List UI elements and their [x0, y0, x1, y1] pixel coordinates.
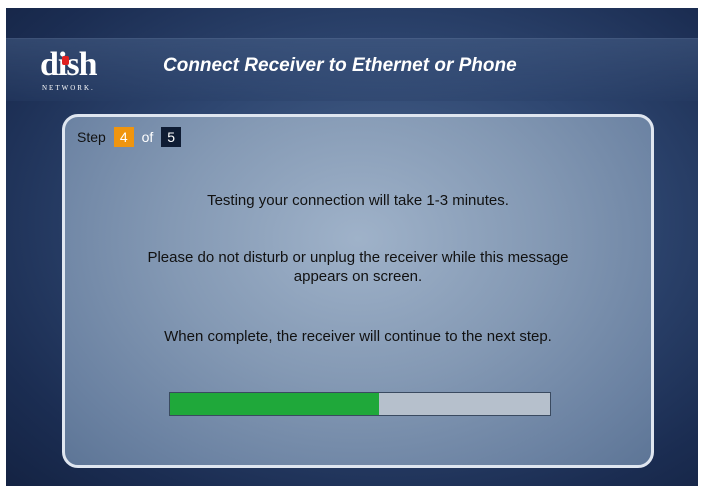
progress-bar-fill — [170, 393, 379, 415]
step-label: Step — [77, 129, 106, 145]
logo-subtext: NETWORK. — [42, 84, 95, 92]
warning-message: Please do not disturb or unplug the rece… — [138, 248, 578, 286]
testing-message: Testing your connection will take 1-3 mi… — [207, 192, 509, 209]
setup-screen: dish NETWORK. Connect Receiver to Ethern… — [6, 8, 698, 486]
step-current-badge: 4 — [113, 127, 134, 147]
page-title: Connect Receiver to Ethernet or Phone — [163, 55, 517, 76]
progress-bar — [169, 392, 551, 416]
step-indicator: Step 4 of 5 — [77, 127, 182, 147]
step-total-badge: 5 — [161, 127, 182, 147]
content-panel: Step 4 of 5 Testing your connection will… — [62, 114, 654, 468]
logo-red-dot-icon — [62, 56, 69, 65]
dish-network-logo: dish NETWORK. — [40, 48, 122, 94]
logo-word: dish — [40, 48, 97, 82]
step-of-label: of — [141, 129, 154, 145]
warning-message-text: Please do not disturb or unplug the rece… — [147, 249, 569, 285]
completion-message: When complete, the receiver will continu… — [164, 328, 552, 345]
